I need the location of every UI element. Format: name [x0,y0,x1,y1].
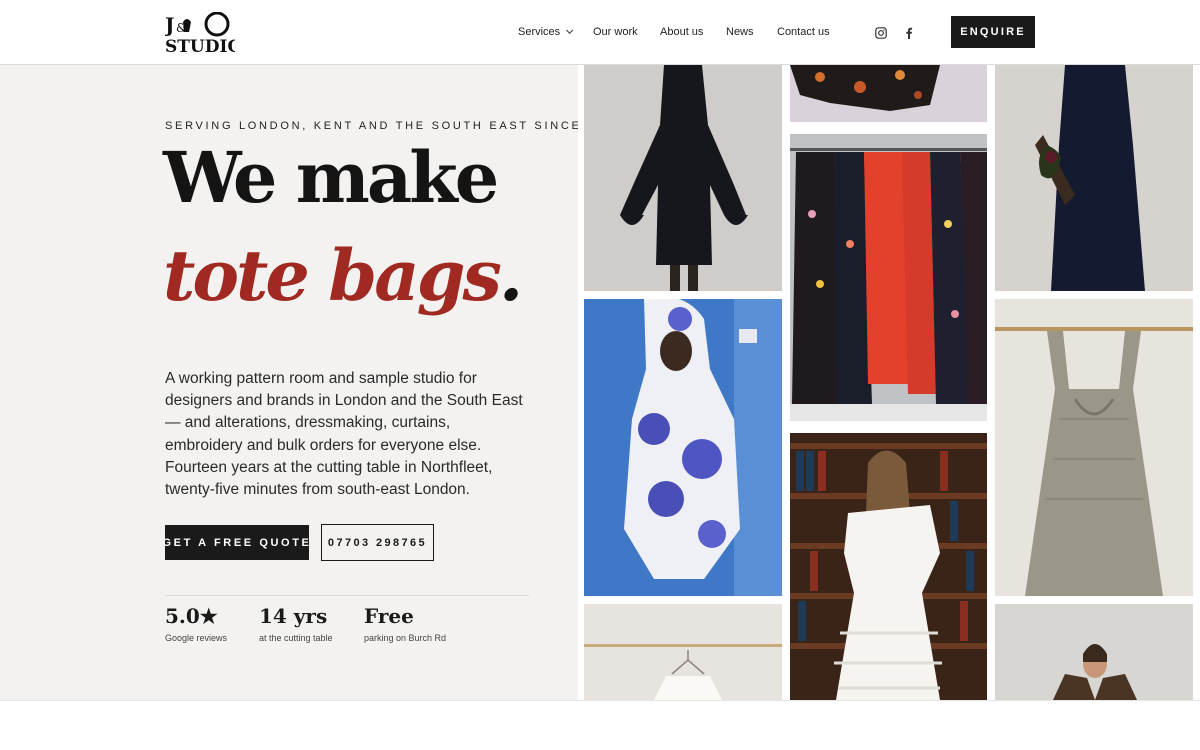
svg-text:J: J [165,13,174,37]
nav-item-about-us[interactable]: About us [660,26,703,38]
nav-item-news[interactable]: News [726,26,754,38]
nav-item-services[interactable]: Services [518,26,574,38]
get-quote-button[interactable]: GET A FREE QUOTE [163,525,309,560]
instagram-icon[interactable] [875,26,887,39]
stats-divider [165,595,529,596]
hero-title-highlight: tote bags [163,234,502,317]
stat-years: 14 yrs at the cutting table [259,604,333,643]
hero-eyebrow: SERVING LONDON, KENT AND THE SOUTH EAST … [165,120,623,132]
stat-value: 14 yrs [259,604,328,628]
brown-jacket-man-photo[interactable] [995,604,1193,700]
blue-floral-hooded-dress-photo[interactable] [584,299,782,596]
hero-title-line1: We make [163,136,499,219]
stat-value: Free [364,604,414,628]
chevron-down-icon [566,26,574,34]
stat-label: Google reviews [165,633,228,643]
stat-label: parking on Burch Rd [364,633,447,643]
nav-item-contact-us[interactable]: Contact us [777,26,830,38]
photo-gallery [578,65,1200,700]
svg-text:STUDIO: STUDIO [165,37,235,54]
nav-item-our-work[interactable]: Our work [593,26,638,38]
floral-dresses-rail-photo[interactable] [790,134,987,421]
hero-description: A working pattern room and sample studio… [165,370,523,499]
stat-parking: Free parking on Burch Rd [364,604,446,643]
facebook-icon[interactable] [903,26,915,39]
hero-title-punct: . [498,234,523,317]
navy-velvet-gown-photo[interactable] [995,65,1193,291]
white-shirt-hanger-photo[interactable] [584,604,782,700]
site-logo[interactable]: J & STUDIO [163,11,242,57]
stat-label: at the cutting table [259,633,333,643]
black-lace-dress-photo[interactable] [584,65,782,291]
grey-linen-pinafore-photo[interactable] [995,299,1193,596]
hero-title-line2: tote bags. [163,234,523,317]
stat-reviews: 5.0★ Google reviews [165,604,227,643]
stat-value: 5.0★ [165,604,218,628]
floral-fabric-photo[interactable] [790,65,987,122]
phone-button[interactable]: 07703 298765 [321,524,434,561]
enquire-button[interactable]: ENQUIRE [951,16,1035,48]
site-header: J & STUDIO Services Our work About us Ne… [0,0,1200,65]
white-ruffle-dress-library-photo[interactable] [790,433,987,700]
page-bottom-strip [0,700,1200,750]
